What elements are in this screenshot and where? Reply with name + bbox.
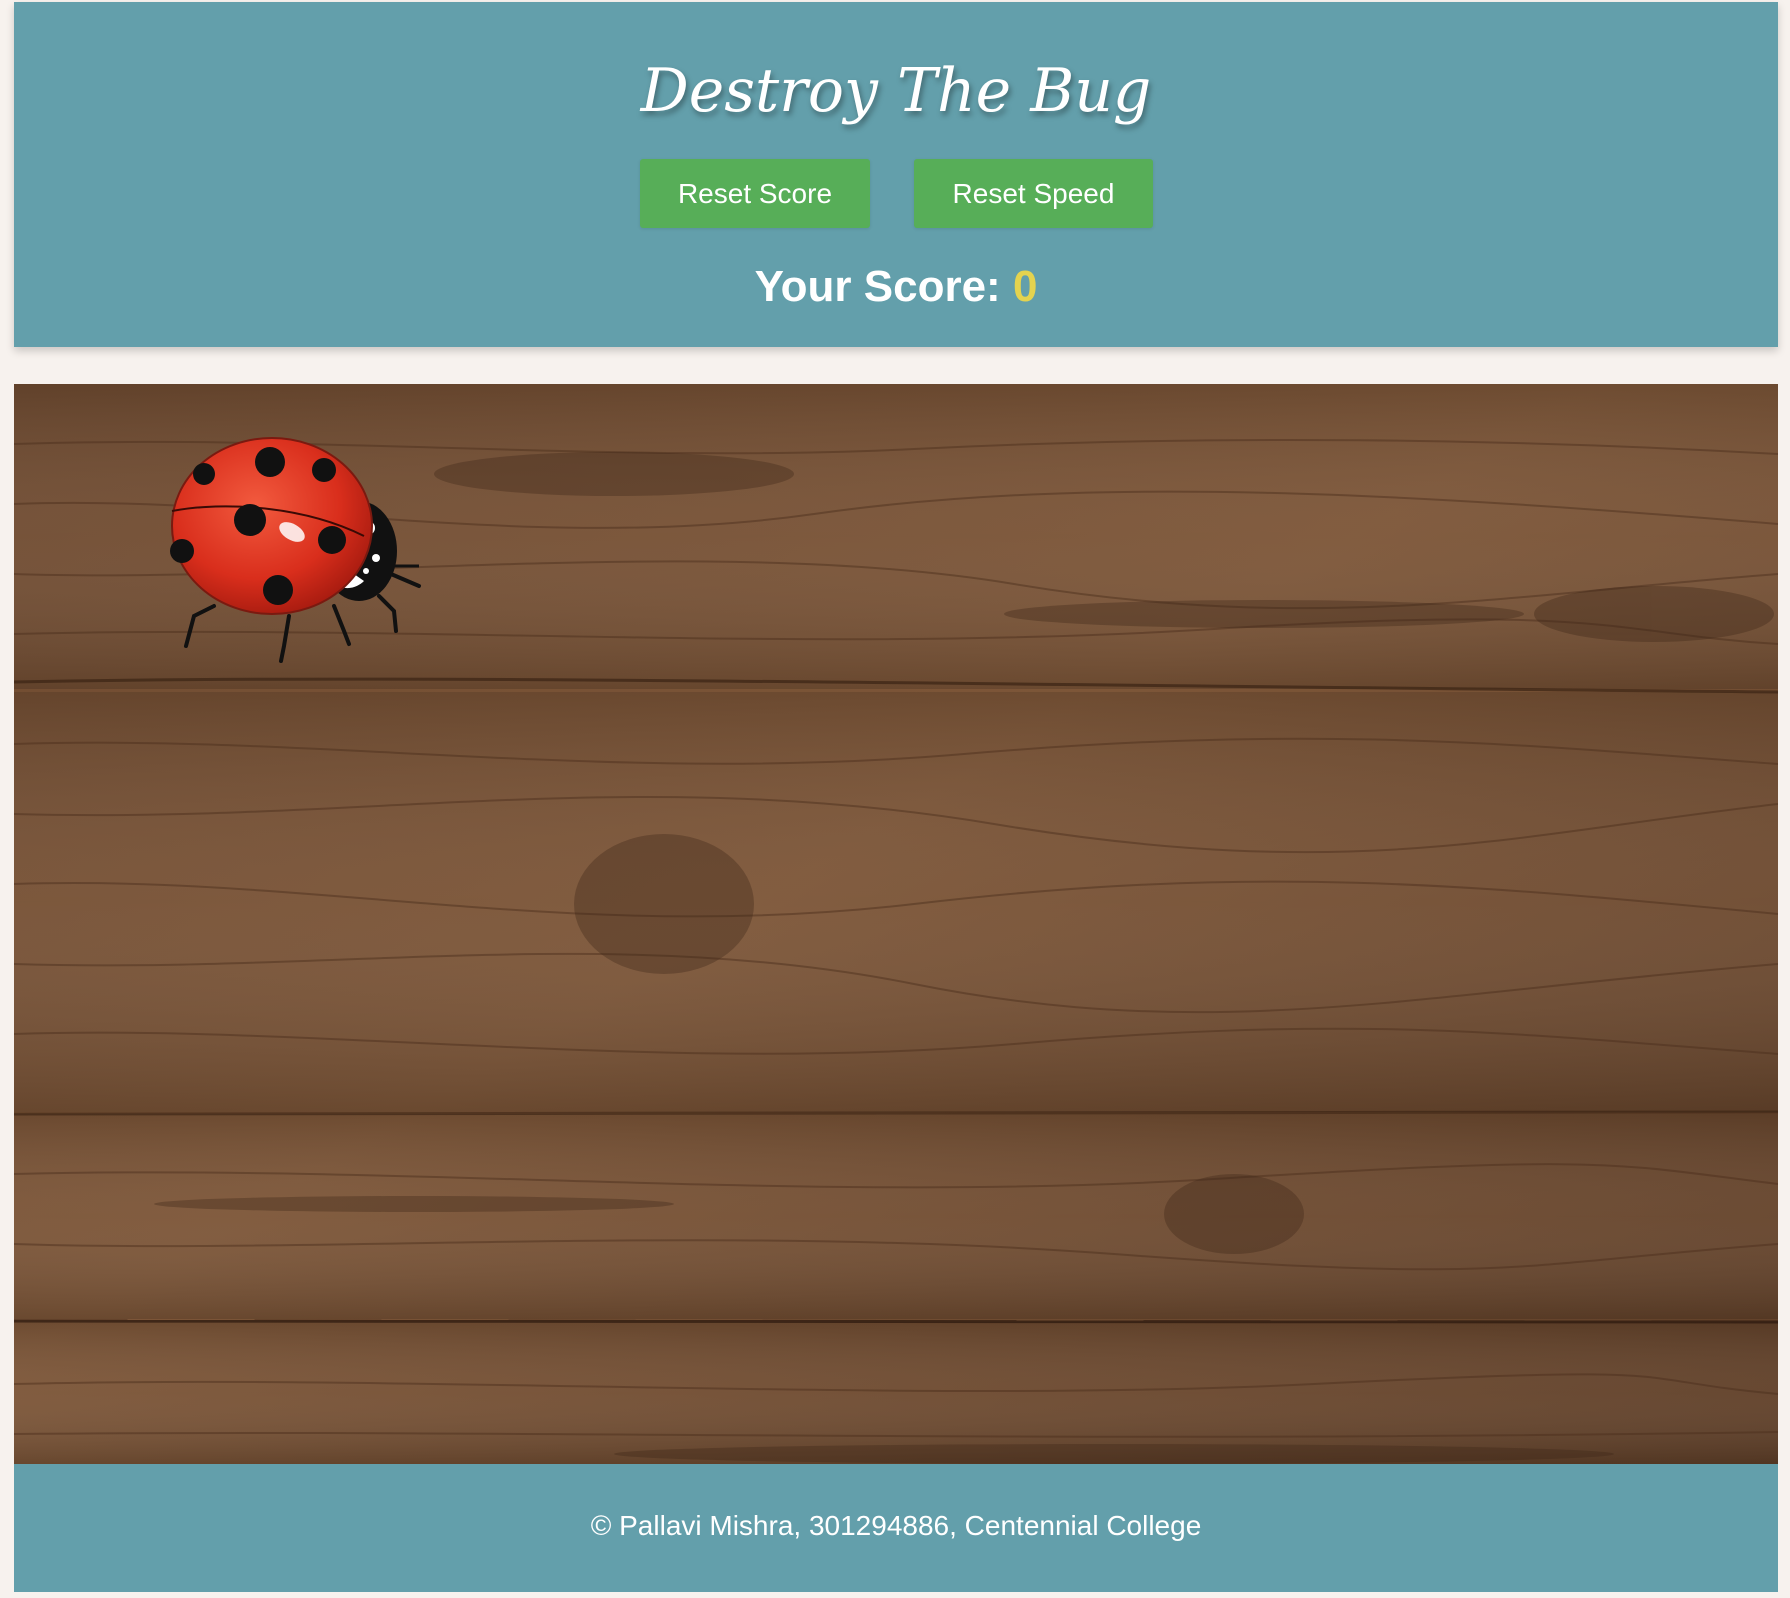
score-display: Your Score: 0 bbox=[14, 260, 1778, 314]
footer-copyright: © Pallavi Mishra, 301294886, Centennial … bbox=[590, 1510, 1202, 1541]
ladybug-icon[interactable] bbox=[154, 416, 484, 666]
reset-speed-button[interactable]: Reset Speed bbox=[914, 159, 1153, 228]
game-board[interactable] bbox=[14, 384, 1778, 1464]
reset-score-button[interactable]: Reset Score bbox=[640, 159, 870, 228]
score-value: 0 bbox=[1012, 262, 1038, 311]
score-label: Your Score: bbox=[754, 262, 1001, 311]
header: Destroy The Bug Reset Score Reset Speed … bbox=[14, 2, 1778, 347]
page-title: Destroy The Bug bbox=[640, 56, 1152, 126]
footer: © Pallavi Mishra, 301294886, Centennial … bbox=[14, 1464, 1778, 1592]
